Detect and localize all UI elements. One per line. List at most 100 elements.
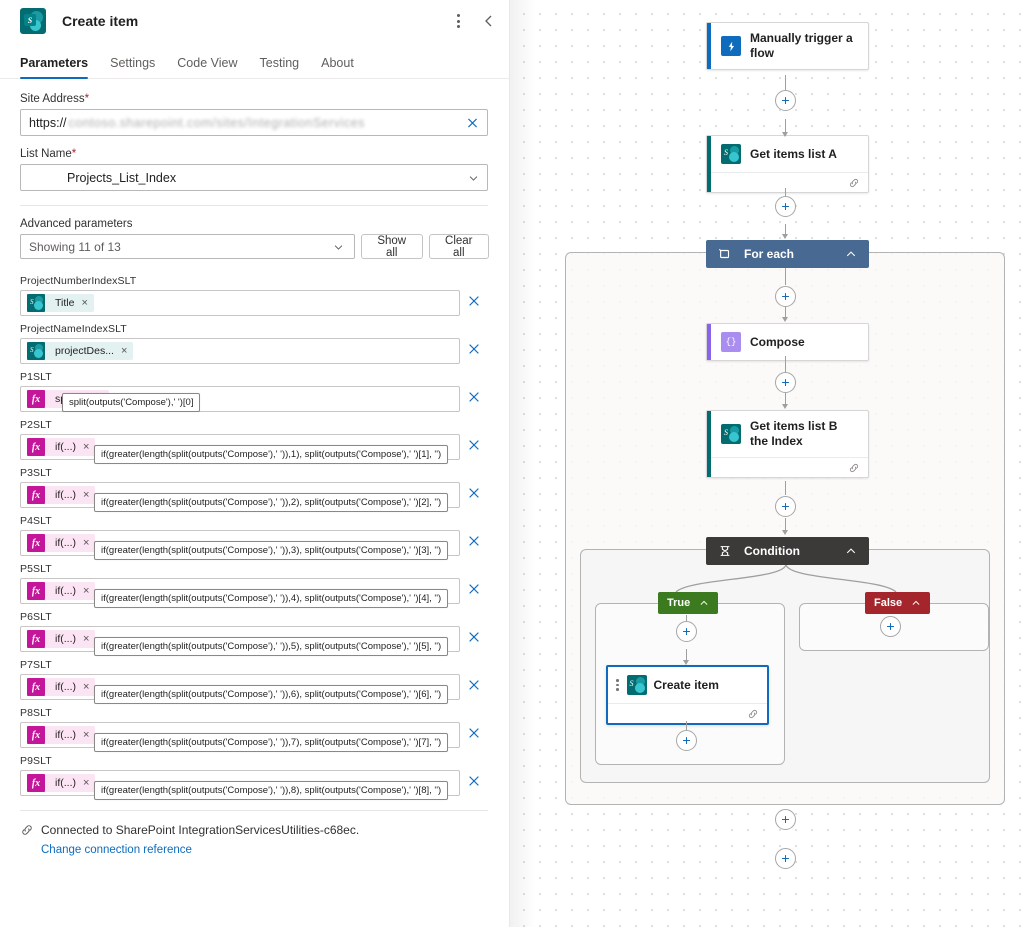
branch-badge-false[interactable]: False — [865, 592, 931, 614]
tab-parameters[interactable]: Parameters — [20, 56, 89, 79]
node-condition-header[interactable]: Condition — [706, 537, 869, 565]
add-step-button-4[interactable] — [775, 372, 796, 393]
chevron-up-icon[interactable] — [845, 248, 857, 260]
list-name-select[interactable]: Projects_List_Index — [20, 164, 488, 191]
advanced-showing-select[interactable]: Showing 11 of 13 — [20, 234, 355, 259]
more-vertical-icon[interactable] — [451, 12, 465, 30]
parameter-label: ProjectNumberIndexSLT — [20, 275, 137, 287]
chevron-up-icon[interactable] — [699, 598, 709, 608]
token-chip[interactable]: fx if(...) × — [27, 486, 96, 504]
token-chip[interactable]: fx if(...) × — [27, 774, 96, 792]
list-name-chevron-down-icon[interactable] — [468, 172, 479, 183]
tab-about[interactable]: About — [321, 56, 354, 78]
formula-tooltip: if(greater(length(split(outputs('Compose… — [94, 589, 449, 609]
formula-tooltip: if(greater(length(split(outputs('Compose… — [94, 637, 449, 657]
add-step-button-in-for-each[interactable] — [775, 809, 796, 830]
fx-icon: fx — [27, 774, 45, 792]
link-icon — [22, 825, 32, 835]
fx-icon: fx — [27, 534, 45, 552]
connection-footer: Connected to SharePoint IntegrationServi… — [20, 810, 488, 856]
condition-icon — [718, 544, 732, 558]
close-small-icon[interactable]: × — [121, 345, 133, 357]
token-chip[interactable]: fx if(...) × — [27, 534, 96, 552]
parameter-row: ProjectNameIndexSLT SprojectDes... × — [20, 323, 489, 364]
foreach-icon — [718, 247, 732, 261]
branch-badge-true[interactable]: True — [658, 592, 719, 614]
token-chip-label: if(...) — [55, 777, 76, 789]
site-address-prefix: https:// — [29, 115, 67, 130]
token-chip[interactable]: fx if(...) × — [27, 630, 96, 648]
parameters-body: Site Address* https:// contoso.sharepoin… — [0, 79, 509, 856]
remove-parameter-icon[interactable] — [467, 534, 481, 548]
remove-parameter-icon[interactable] — [467, 678, 481, 692]
token-chip[interactable]: fx if(...) × — [27, 438, 96, 456]
chevron-left-icon[interactable] — [481, 13, 497, 29]
tab-settings[interactable]: Settings — [110, 56, 155, 78]
formula-tooltip: if(greater(length(split(outputs('Compose… — [94, 445, 449, 465]
advanced-showing-value: Showing 11 of 13 — [29, 239, 121, 254]
add-step-button-2[interactable] — [775, 196, 796, 217]
branch-label: True — [667, 597, 691, 609]
token-chip[interactable]: fx if(...) × — [27, 726, 96, 744]
remove-parameter-icon[interactable] — [467, 342, 481, 356]
remove-parameter-icon[interactable] — [467, 390, 481, 404]
chevron-up-icon[interactable] — [845, 545, 857, 557]
parameter-row: P4SLT fx if(...) × if(greater(length(split(o… — [20, 515, 489, 561]
chevron-up-icon[interactable] — [911, 598, 921, 608]
parameter-row: P1SLTfxsplit(...)×split(outputs('Compose… — [20, 371, 489, 413]
formula-tooltip: if(greater(length(split(outputs('Compose… — [94, 541, 449, 561]
change-connection-reference-link[interactable]: Change connection reference — [41, 844, 488, 856]
token-chip[interactable]: fx if(...) × — [27, 678, 96, 696]
list-name-value: Projects_List_Index — [67, 170, 177, 185]
show-all-button[interactable]: Show all — [360, 234, 423, 259]
panel-header: S Create item — [0, 0, 509, 42]
site-address-clear-icon[interactable] — [466, 116, 479, 129]
remove-parameter-icon[interactable] — [467, 774, 481, 788]
formula-tooltip: if(greater(length(split(outputs('Compose… — [94, 781, 449, 801]
parameter-row: P2SLT fx if(...) × if(greater(length(split(o… — [20, 419, 489, 465]
add-step-button-false-branch[interactable] — [880, 616, 901, 637]
add-step-button-3[interactable] — [775, 286, 796, 307]
parameter-label: P2SLT — [20, 419, 52, 431]
remove-parameter-icon[interactable] — [467, 438, 481, 452]
flow-canvas[interactable]: Manually trigger a flow S Get items list… — [510, 0, 1024, 927]
remove-parameter-icon[interactable] — [467, 726, 481, 740]
formula-tooltip: if(greater(length(split(outputs('Compose… — [94, 685, 449, 705]
site-address-input[interactable]: https:// contoso.sharepoint.com/sites/In… — [20, 109, 488, 136]
clear-all-button[interactable]: Clear all — [428, 234, 489, 259]
remove-parameter-icon[interactable] — [467, 630, 481, 644]
remove-parameter-icon[interactable] — [467, 294, 481, 308]
connection-text: Connected to SharePoint IntegrationServi… — [41, 823, 360, 837]
list-name-row: Projects_List_Index — [20, 164, 489, 191]
remove-parameter-icon[interactable] — [467, 486, 481, 500]
token-chip-label: if(...) — [55, 729, 76, 741]
parameter-input[interactable]: S Title × — [20, 290, 460, 316]
fx-icon: fx — [27, 630, 45, 648]
fx-icon: fx — [27, 678, 45, 696]
node-title: Condition — [744, 544, 800, 558]
fx-icon: fx — [27, 438, 45, 456]
remove-parameter-icon[interactable] — [467, 582, 481, 596]
branch-label: False — [874, 597, 903, 609]
parameter-label: P7SLT — [20, 659, 52, 671]
token-chip[interactable]: S Title × — [27, 294, 94, 312]
tab-code-view[interactable]: Code View — [177, 56, 237, 78]
add-step-button-5[interactable] — [775, 496, 796, 517]
parameter-label: P5SLT — [20, 563, 52, 575]
advanced-chevron-down-icon[interactable] — [333, 241, 344, 252]
add-step-button-true-branch[interactable] — [676, 621, 697, 642]
close-small-icon[interactable]: × — [81, 297, 93, 309]
parameter-row: P3SLT fx if(...) × if(greater(length(split(o… — [20, 467, 489, 513]
parameter-input[interactable]: SprojectDes... × — [20, 338, 460, 364]
token-chip[interactable]: SprojectDes... × — [27, 342, 134, 360]
site-address-label: Site Address* — [20, 93, 90, 105]
page-title: Create item — [62, 13, 139, 29]
token-chip[interactable]: fx if(...) × — [27, 582, 96, 600]
add-step-button-bottom[interactable] — [775, 848, 796, 869]
sharepoint-icon: S — [27, 342, 45, 360]
node-for-each-header[interactable]: For each — [706, 240, 869, 268]
sharepoint-icon: S — [20, 8, 46, 34]
add-step-button-after-create-item[interactable] — [676, 730, 697, 751]
add-step-button-1[interactable] — [775, 90, 796, 111]
tab-testing[interactable]: Testing — [260, 56, 300, 78]
